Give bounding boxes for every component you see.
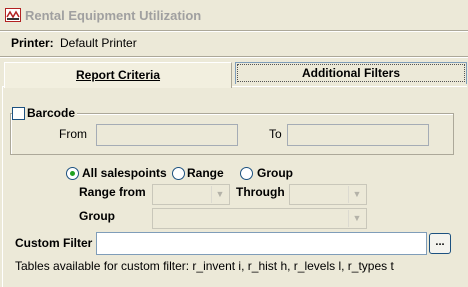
radio-all-salespoints-label[interactable]: All salespoints bbox=[82, 166, 167, 180]
barcode-to-input[interactable] bbox=[287, 124, 429, 146]
chevron-down-icon[interactable]: ▼ bbox=[211, 186, 228, 203]
radio-group-label[interactable]: Group bbox=[257, 166, 293, 180]
through-select[interactable]: ▼ bbox=[289, 184, 367, 205]
printer-label: Printer: bbox=[11, 36, 54, 50]
barcode-label[interactable]: Barcode bbox=[25, 106, 78, 120]
group-label: Group bbox=[79, 209, 115, 223]
tab-label: Additional Filters bbox=[301, 66, 400, 80]
radio-range[interactable] bbox=[172, 167, 185, 180]
chevron-down-icon[interactable]: ▼ bbox=[348, 186, 365, 203]
tab-report-criteria[interactable]: Report Criteria bbox=[4, 62, 232, 88]
printer-value[interactable]: Default Printer bbox=[60, 36, 137, 50]
custom-filter-browse-button[interactable]: ... bbox=[429, 233, 451, 254]
through-label: Through bbox=[236, 185, 285, 199]
custom-filter-input[interactable] bbox=[96, 232, 427, 255]
chevron-down-icon[interactable]: ▼ bbox=[348, 210, 365, 227]
custom-filter-tables-note: Tables available for custom filter: r_in… bbox=[15, 259, 394, 273]
window-title: Rental Equipment Utilization bbox=[25, 8, 202, 23]
range-from-select[interactable]: ▼ bbox=[152, 184, 230, 205]
tab-additional-filters[interactable]: Additional Filters bbox=[235, 62, 467, 84]
divider bbox=[0, 56, 468, 58]
to-label: To bbox=[269, 127, 282, 141]
barcode-checkbox[interactable] bbox=[12, 107, 25, 120]
divider bbox=[0, 30, 468, 32]
radio-range-label[interactable]: Range bbox=[187, 166, 224, 180]
range-from-label: Range from bbox=[79, 185, 146, 199]
barcode-from-input[interactable] bbox=[96, 124, 238, 146]
group-select[interactable]: ▼ bbox=[152, 208, 367, 229]
custom-filter-label: Custom Filter bbox=[15, 236, 93, 250]
app-icon bbox=[5, 8, 21, 22]
tab-label: Report Criteria bbox=[75, 68, 161, 82]
radio-group[interactable] bbox=[240, 167, 253, 180]
from-label: From bbox=[59, 127, 87, 141]
radio-all-salespoints[interactable] bbox=[66, 167, 79, 180]
